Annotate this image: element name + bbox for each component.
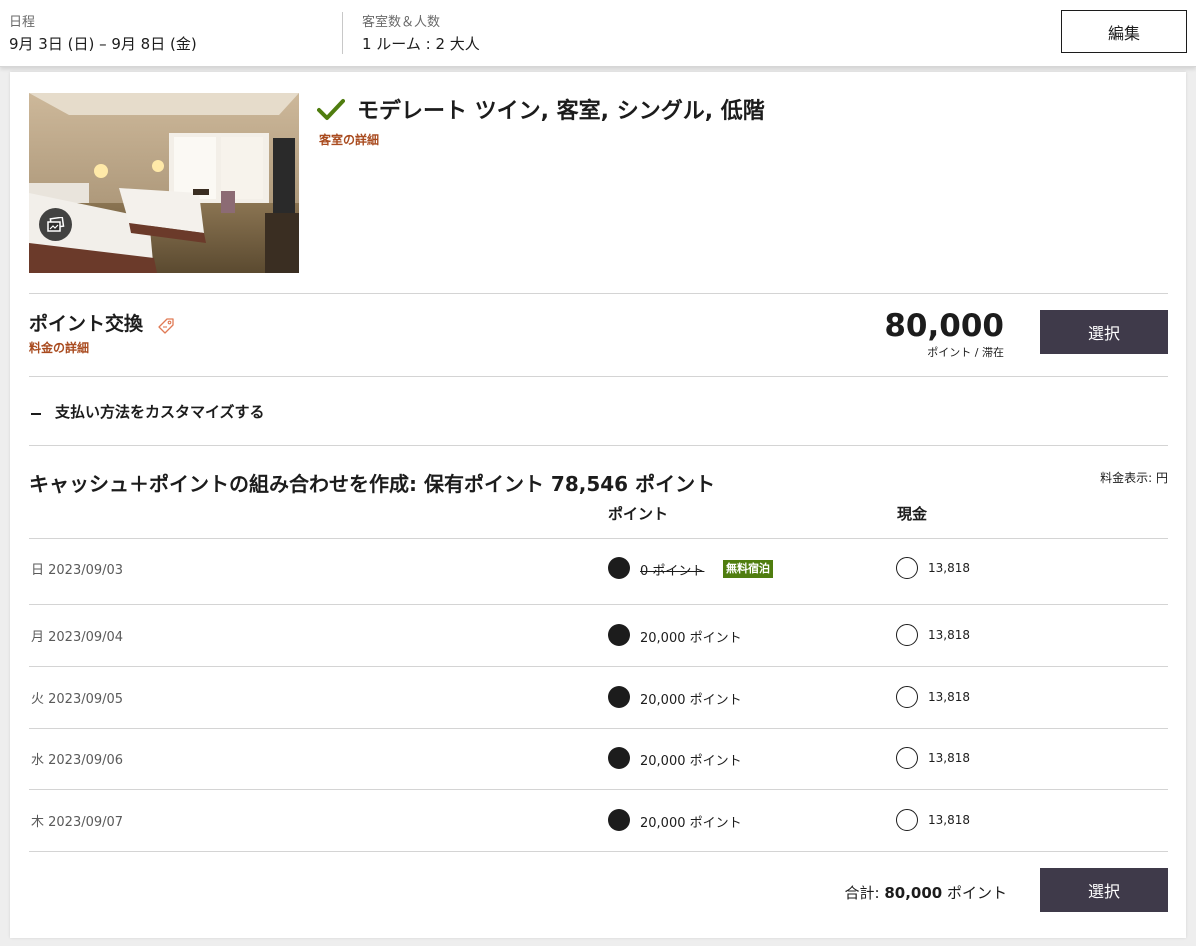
night-date: 日 2023/09/03 bbox=[31, 563, 124, 578]
checkmark-icon bbox=[317, 98, 345, 126]
divider bbox=[29, 728, 1168, 729]
night-date: 火 2023/09/05 bbox=[31, 692, 124, 707]
cash-value: 13,818 bbox=[928, 690, 970, 704]
tag-icon[interactable] bbox=[156, 316, 176, 340]
points-value: 20,000 ポイント bbox=[640, 816, 742, 831]
room-rate-card: モデレート ツイン, 客室, シングル, 低階 客室の詳細 ポイント交換 料金の… bbox=[10, 72, 1186, 938]
select-rate-button[interactable]: 選択 bbox=[1040, 310, 1168, 354]
total-unit: ポイント bbox=[942, 884, 1007, 902]
total-value: 80,000 bbox=[884, 884, 943, 902]
total-points: 合計: 80,000 ポイント bbox=[845, 882, 1008, 903]
divider bbox=[342, 12, 343, 54]
cash-value: 13,818 bbox=[928, 813, 970, 827]
rate-title: ポイント交換 bbox=[29, 313, 144, 335]
search-summary-bar: 日程 9月 3日 (日) – 9月 8日 (金) 客室数＆人数 1 ルーム : … bbox=[0, 0, 1196, 67]
cash-radio[interactable] bbox=[896, 686, 918, 708]
divider bbox=[29, 293, 1168, 294]
points-value: 20,000 ポイント bbox=[640, 631, 742, 646]
select-combo-button[interactable]: 選択 bbox=[1040, 868, 1168, 912]
combo-title: キャッシュ＋ポイントの組み合わせを作成: 保有ポイント 78,546 ポイント bbox=[29, 472, 716, 496]
free-night-badge: 無料宿泊 bbox=[723, 560, 773, 578]
divider bbox=[29, 445, 1168, 446]
edit-button[interactable]: 編集 bbox=[1061, 10, 1187, 53]
points-value: 20,000 ポイント bbox=[640, 693, 742, 708]
currency-note: 料金表示: 円 bbox=[1100, 471, 1168, 485]
cash-value: 13,818 bbox=[928, 751, 970, 765]
divider bbox=[29, 604, 1168, 605]
column-header-cash: 現金 bbox=[897, 505, 928, 523]
cash-radio[interactable] bbox=[896, 747, 918, 769]
night-date: 木 2023/09/07 bbox=[31, 815, 124, 830]
points-radio[interactable] bbox=[608, 809, 630, 831]
room-photo[interactable] bbox=[29, 93, 299, 273]
room-details-link[interactable]: 客室の詳細 bbox=[319, 131, 379, 148]
cash-radio[interactable] bbox=[896, 624, 918, 646]
dates-label: 日程 bbox=[9, 15, 36, 30]
points-value: 20,000 ポイント bbox=[640, 754, 742, 769]
price-unit: ポイント / 滞在 bbox=[927, 346, 1004, 359]
divider bbox=[29, 666, 1168, 667]
gallery-icon[interactable] bbox=[39, 208, 72, 241]
customize-payment-label: 支払い方法をカスタマイズする bbox=[55, 403, 265, 421]
customize-payment-toggle[interactable]: 支払い方法をカスタマイズする bbox=[31, 401, 265, 422]
divider bbox=[29, 376, 1168, 377]
collapse-icon bbox=[31, 412, 41, 415]
room-photo-illustration bbox=[29, 93, 299, 273]
room-title: モデレート ツイン, 客室, シングル, 低階 bbox=[357, 99, 765, 124]
points-value: 0 ポイント bbox=[640, 564, 705, 579]
dates-value: 9月 3日 (日) – 9月 8日 (金) bbox=[9, 35, 197, 53]
price-amount: 80,000 bbox=[884, 308, 1004, 344]
night-date: 月 2023/09/04 bbox=[31, 630, 124, 645]
total-label: 合計: bbox=[844, 884, 885, 902]
cash-radio[interactable] bbox=[896, 809, 918, 831]
cash-value: 13,818 bbox=[928, 628, 970, 642]
points-radio[interactable] bbox=[608, 747, 630, 769]
column-header-points: ポイント bbox=[608, 505, 669, 523]
divider bbox=[29, 789, 1168, 790]
points-radio[interactable] bbox=[608, 557, 630, 579]
cash-radio[interactable] bbox=[896, 557, 918, 579]
divider bbox=[29, 851, 1168, 852]
rate-details-link[interactable]: 料金の詳細 bbox=[29, 339, 89, 356]
guests-label: 客室数＆人数 bbox=[362, 15, 441, 30]
points-radio[interactable] bbox=[608, 686, 630, 708]
guests-value: 1 ルーム : 2 大人 bbox=[362, 35, 480, 53]
cash-value: 13,818 bbox=[928, 561, 970, 575]
points-radio[interactable] bbox=[608, 624, 630, 646]
night-date: 水 2023/09/06 bbox=[31, 753, 124, 768]
divider bbox=[29, 538, 1168, 539]
